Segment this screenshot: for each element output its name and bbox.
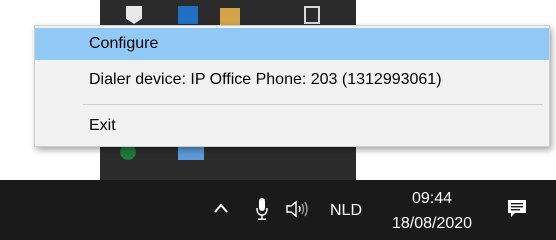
language-label: NLD <box>330 202 363 219</box>
taskbar-clock[interactable]: 09:44 18/08/2020 <box>386 189 478 235</box>
volume-icon[interactable] <box>286 200 312 218</box>
menu-item-exit[interactable]: Exit <box>35 110 549 142</box>
app2-tray-icon[interactable] <box>178 146 204 160</box>
device-tray-icon[interactable] <box>304 6 320 24</box>
mail-tray-icon[interactable] <box>220 8 240 26</box>
menu-item-label: Dialer device: IP Office Phone: 203 (131… <box>89 71 442 88</box>
taskbar: NLD 09:44 18/08/2020 <box>0 180 556 240</box>
clock-date: 18/08/2020 <box>391 215 473 232</box>
menu-item-label: Configure <box>89 35 159 52</box>
clock-time: 09:44 <box>411 190 453 207</box>
microphone-icon[interactable] <box>256 198 268 220</box>
tray-context-menu: Configure Dialer device: IP Office Phone… <box>34 25 550 147</box>
menu-item-dialer-device[interactable]: Dialer device: IP Office Phone: 203 (131… <box>35 64 549 96</box>
chevron-up-icon[interactable] <box>214 202 228 216</box>
menu-separator <box>83 104 543 105</box>
input-language-indicator[interactable]: NLD <box>330 202 362 220</box>
outlook-tray-icon[interactable] <box>178 6 198 24</box>
menu-item-configure[interactable]: Configure <box>35 28 549 60</box>
menu-item-label: Exit <box>89 117 116 134</box>
notification-center-icon[interactable] <box>506 198 528 220</box>
